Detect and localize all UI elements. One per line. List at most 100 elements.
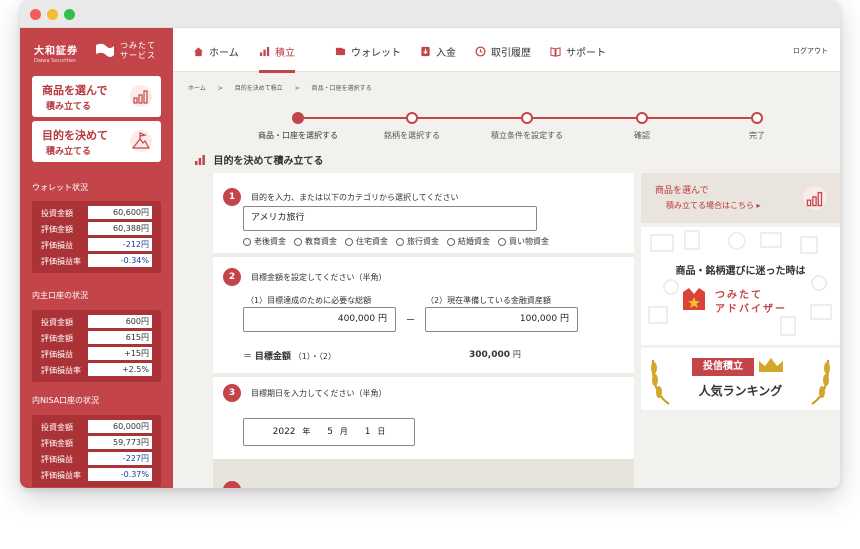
step-number-badge: 1 [223, 188, 241, 206]
stat-key: 評価金額 [41, 334, 73, 343]
home-icon [193, 47, 204, 57]
radio-circle-icon [294, 237, 302, 246]
step-label: 積立条件を設定する [491, 131, 563, 140]
total-needed-value: 400,000 [337, 314, 376, 324]
total-needed-input[interactable]: 400,000 円 [243, 307, 396, 332]
logout-link[interactable]: ログアウト [793, 46, 828, 56]
maximize-window-button[interactable] [64, 9, 75, 20]
side-card-goal-line1: 目的を決めて [42, 129, 108, 142]
category-label: 老後資金 [254, 237, 286, 246]
ranking-badge: 投信積立 [692, 358, 754, 376]
stat-key: 評価金額 [41, 439, 73, 448]
stat-row: 評価損益率 -0.37% [32, 467, 161, 483]
stat-value: 59,773円 [88, 436, 152, 449]
date-year: 2022 [272, 427, 296, 437]
crown-icon [759, 358, 783, 372]
step-dot [636, 112, 648, 124]
stat-value: 615円 [88, 331, 152, 344]
target-date-question: 目標期日を入力してください（半角） [251, 389, 387, 398]
wallet-status-title: ウォレット状況 [32, 183, 88, 192]
radio-circle-icon [498, 237, 506, 246]
window-titlebar [20, 0, 840, 28]
breadcrumb-home[interactable]: ホーム [188, 85, 206, 92]
stat-value: 60,000円 [88, 420, 152, 433]
service-line-1: つみたて [120, 41, 156, 50]
result-label: 目標金額 [254, 352, 291, 362]
nav-home-label: ホーム [209, 48, 239, 59]
nav-wallet[interactable]: ウォレット [335, 44, 401, 59]
stat-value: +15円 [88, 347, 152, 360]
currency-unit: 円 [512, 350, 521, 359]
current-assets-label: （2）現在準備している金融資産額 [426, 296, 551, 305]
stat-row: 評価金額 59,773円 [32, 435, 161, 451]
date-year-unit: 年 [302, 427, 311, 436]
category-radio[interactable]: 教育資金 [294, 236, 337, 247]
side-card-product-line1: 商品を選んで [42, 84, 108, 97]
total-needed-label: （1）目標達成のために必要な総額 [246, 296, 372, 305]
main-account-status-title: 内主口座の状況 [32, 291, 88, 300]
current-assets-value: 100,000 [519, 314, 558, 324]
service-logo: つみたて サービス [94, 38, 168, 66]
select-product-banner[interactable]: 商品を選んで 積み立てる場合はこちら ▸ [641, 173, 840, 223]
stat-key: 評価金額 [41, 225, 73, 234]
category-radio[interactable]: 買い物資金 [498, 236, 549, 247]
mountain-flag-icon [130, 130, 152, 152]
date-month: 5 [327, 427, 334, 437]
step-dot [751, 112, 763, 124]
book-icon [550, 47, 561, 57]
breadcrumb-goal[interactable]: 目的を決めて積立 [235, 85, 283, 92]
ranking-title: 人気ランキング [698, 384, 783, 398]
category-radio[interactable]: 住宅資金 [345, 236, 388, 247]
date-day-unit: 日 [377, 427, 386, 436]
brand-logo[interactable]: 大和証券 Daiwa Securities [34, 42, 78, 64]
nav-home[interactable]: ホーム [193, 44, 239, 59]
minimize-window-button[interactable] [47, 9, 58, 20]
currency-unit: 円 [377, 314, 387, 324]
current-assets-input[interactable]: 100,000 円 [425, 307, 578, 332]
main-account-status-box: 投資金額 600円 評価金額 615円 評価損益 +15円 評価損益率 +2.5% [32, 310, 161, 382]
deposit-icon [421, 46, 430, 57]
breadcrumb-current: 商品・口座を選択する [311, 85, 372, 92]
sidebar: 大和証券 Daiwa Securities つみたて サービス 商品を選んで 積み… [20, 28, 173, 488]
stat-row: 評価金額 60,388円 [32, 221, 161, 237]
clock-icon [475, 46, 486, 57]
target-amount-result: ＝ 目標金額 （1）・（2） [243, 349, 336, 362]
step-label: 商品・口座を選択する [258, 131, 338, 140]
category-radio[interactable]: 旅行資金 [396, 236, 439, 247]
nav-history[interactable]: 取引履歴 [475, 44, 531, 59]
stat-value: 60,600円 [88, 206, 152, 219]
close-window-button[interactable] [30, 9, 41, 20]
category-radio[interactable]: 結婚資金 [447, 236, 490, 247]
step-label: 銘柄を選択する [384, 131, 440, 140]
advisor-logo-icon [683, 288, 705, 310]
nav-deposit[interactable]: 入金 [420, 44, 456, 59]
nav-support-label: サポート [566, 48, 606, 59]
stat-value: -0.37% [88, 468, 152, 481]
currency-unit: 円 [559, 314, 569, 324]
bar-chart-icon [195, 155, 205, 165]
stat-row: 投資金額 600円 [32, 314, 161, 330]
stat-key: 評価損益率 [41, 366, 81, 375]
category-radio[interactable]: 老後資金 [243, 236, 286, 247]
nav-support[interactable]: サポート [550, 44, 606, 59]
brand-name: 大和証券 [34, 46, 78, 57]
target-date-input[interactable]: 2022 年 5 月 1 日 [243, 418, 415, 446]
side-card-select-goal[interactable]: 目的を決めて 積み立てる [32, 121, 161, 162]
goal-question: 目的を入力、または以下のカテゴリから選択してください [251, 193, 459, 202]
equals-sign: ＝ [243, 352, 253, 362]
stat-key: 投資金額 [41, 209, 73, 218]
chart-growth-icon [130, 85, 152, 107]
nav-wallet-label: ウォレット [351, 48, 401, 59]
nisa-account-status-box: 投資金額 60,000円 評価金額 59,773円 評価損益 -227円 評価損益率 -… [32, 415, 161, 487]
nav-tsumitate[interactable]: 積立 [259, 44, 295, 73]
stat-row: 評価損益率 -0.34% [32, 253, 161, 269]
advisor-banner[interactable]: 商品・銘柄選びに迷った時は つみたて アドバイザー [641, 227, 840, 345]
side-card-select-product[interactable]: 商品を選んで 積み立てる [32, 76, 161, 117]
stat-row: 評価損益 -212円 [32, 237, 161, 253]
ranking-banner[interactable]: 投信積立 人気ランキング [641, 348, 840, 410]
stat-value: -227円 [88, 452, 152, 465]
main-content: ホーム > 目的を決めて積立 > 商品・口座を選択する 商品・口座を選択する 銘… [173, 72, 840, 488]
radio-circle-icon [345, 237, 353, 246]
category-label: 結婚資金 [458, 237, 490, 246]
goal-input[interactable]: アメリカ旅行 [243, 206, 537, 231]
